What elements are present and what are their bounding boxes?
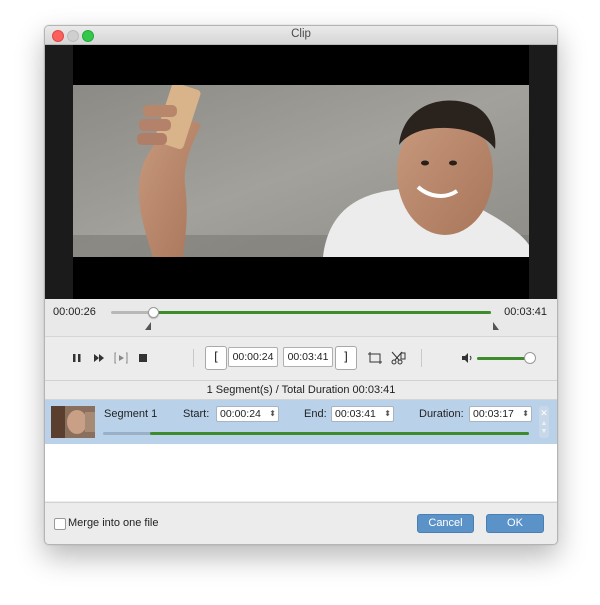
window-title: Clip <box>291 28 311 40</box>
stepper-arrows-icon: ⬍ <box>384 409 391 418</box>
set-start-button[interactable]: [ <box>205 346 227 370</box>
playback-controls: [ 00:00:24 00:03:41 ] <box>45 337 557 381</box>
play-segment-icon <box>114 352 128 364</box>
volume-handle[interactable] <box>524 352 536 364</box>
segment-start-value: 00:00:24 <box>220 408 261 420</box>
video-frame <box>73 85 529 257</box>
thumbnail-image <box>51 406 95 438</box>
merge-checkbox[interactable] <box>54 518 66 530</box>
move-up-icon[interactable]: ▲ <box>539 420 549 427</box>
crop-icon <box>368 352 382 364</box>
merge-label: Merge into one file <box>68 517 159 529</box>
divider <box>421 349 422 367</box>
cut-icon <box>391 351 406 365</box>
timeline: 00:00:26 00:03:41 <box>45 300 557 337</box>
move-down-icon[interactable]: ▼ <box>539 428 549 435</box>
total-time: 00:03:41 <box>504 306 547 318</box>
segment-end-stepper[interactable]: 00:03:41 ⬍ <box>331 406 394 422</box>
clip-window: Clip 00:00:26 00:03:41 [00:00:24 00:03:… <box>44 25 558 545</box>
current-time: 00:00:26 <box>53 306 96 318</box>
end-marker-handle[interactable] <box>493 322 499 330</box>
letterbox-left <box>45 45 73 299</box>
segment-progress-track <box>103 432 529 435</box>
set-end-button[interactable]: ] <box>335 346 357 370</box>
letterbox-right <box>529 45 557 299</box>
end-time-field[interactable]: 00:03:41 <box>283 347 333 367</box>
pause-button[interactable] <box>69 350 85 366</box>
volume-button[interactable] <box>459 350 475 366</box>
segment-end-value: 00:03:41 <box>335 408 376 420</box>
video-frame-image <box>73 85 529 257</box>
segment-row[interactable]: Segment 1 Start: 00:00:24 ⬍ End: 00:03:41… <box>45 400 557 444</box>
stepper-arrows-icon: ⬍ <box>269 409 276 418</box>
segment-start-stepper[interactable]: 00:00:24 ⬍ <box>216 406 279 422</box>
ok-button[interactable]: OK <box>486 514 544 533</box>
fast-forward-icon <box>94 354 104 362</box>
segment-name: Segment 1 <box>104 408 158 420</box>
segment-summary: 1 Segment(s) / Total Duration 00:03:41 <box>45 381 557 400</box>
play-segment-button[interactable] <box>113 350 129 366</box>
timeline-track[interactable] <box>111 311 491 314</box>
segment-duration-stepper[interactable]: 00:03:17 ⬍ <box>469 406 532 422</box>
end-label: End: <box>304 408 327 420</box>
stepper-arrows-icon: ⬍ <box>522 409 529 418</box>
segment-progress-fill <box>149 432 529 435</box>
start-marker-handle[interactable] <box>144 322 151 330</box>
title-bar: Clip <box>45 26 557 45</box>
remove-segment-icon[interactable]: ✕ <box>539 408 549 419</box>
timeline-selection <box>152 311 491 314</box>
start-label: Start: <box>183 408 210 420</box>
volume-icon <box>462 353 472 363</box>
divider <box>193 349 194 367</box>
stop-icon <box>139 354 147 362</box>
volume-slider[interactable] <box>477 357 527 360</box>
duration-label: Duration: <box>419 408 464 420</box>
start-time-field[interactable]: 00:00:24 <box>228 347 278 367</box>
segment-list: Segment 1 Start: 00:00:24 ⬍ End: 00:03:41… <box>45 400 557 501</box>
dialog-footer: Merge into one file Cancel OK <box>45 502 557 544</box>
segment-thumbnail <box>51 406 95 438</box>
segment-duration-value: 00:03:17 <box>473 408 514 420</box>
cut-button[interactable] <box>390 350 406 366</box>
video-preview <box>45 45 557 299</box>
cancel-button[interactable]: Cancel <box>417 514 474 533</box>
segment-row-scroller[interactable]: ✕ ▲ ▼ <box>539 406 549 438</box>
playhead-handle[interactable] <box>147 307 159 318</box>
stop-button[interactable] <box>135 350 151 366</box>
fast-forward-button[interactable] <box>91 350 107 366</box>
pause-icon <box>73 354 81 362</box>
crop-button[interactable] <box>367 350 383 366</box>
